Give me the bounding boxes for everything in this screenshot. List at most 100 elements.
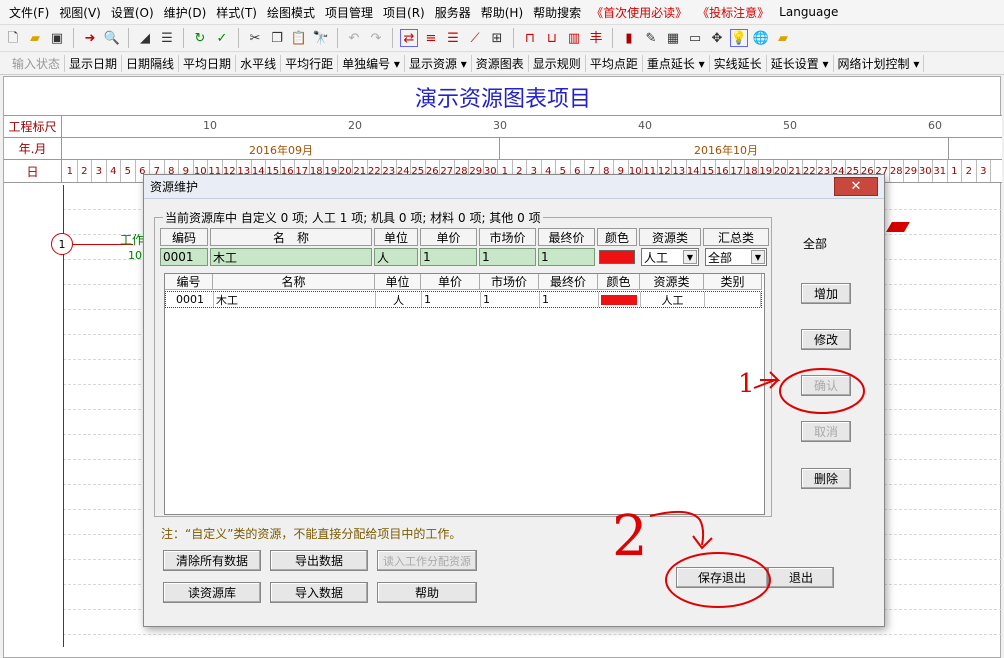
lightbulb-icon[interactable]: 💡 bbox=[730, 29, 748, 47]
day-cell: 29 bbox=[904, 160, 919, 182]
menu-server[interactable]: 服务器 bbox=[430, 4, 476, 21]
summary-type-select[interactable]: 全部 ▼ bbox=[705, 248, 767, 266]
grid-icon[interactable]: ▦ bbox=[664, 29, 682, 47]
help-button[interactable]: 帮助 bbox=[377, 582, 477, 603]
modify-button[interactable]: 修改 bbox=[801, 329, 851, 350]
tb-avg-date[interactable]: 平均日期 bbox=[179, 55, 237, 72]
check-icon[interactable]: ✓ bbox=[213, 29, 231, 47]
menu-first-use[interactable]: 《首次使用必读》 bbox=[586, 4, 692, 21]
market-price-field[interactable]: 1 bbox=[479, 248, 536, 266]
tb-show-rules[interactable]: 显示规则 bbox=[529, 55, 586, 72]
chevron-down-icon[interactable]: ▼ bbox=[751, 250, 765, 264]
chevron-down-icon[interactable]: ▼ bbox=[683, 250, 697, 264]
redo-icon[interactable]: ↷ bbox=[367, 29, 385, 47]
cut-icon[interactable]: ✂ bbox=[246, 29, 264, 47]
clear-all-button[interactable]: 清除所有数据 bbox=[163, 550, 261, 571]
exit-button[interactable]: 退出 bbox=[768, 567, 834, 588]
align-icon[interactable]: ☰ bbox=[158, 29, 176, 47]
import-data-button[interactable]: 导入数据 bbox=[270, 582, 368, 603]
export-icon[interactable]: ➜ bbox=[81, 29, 99, 47]
open-folder-icon[interactable]: ▰ bbox=[26, 29, 44, 47]
tb-show-date[interactable]: 显示日期 bbox=[65, 55, 123, 72]
milestone-marker[interactable] bbox=[886, 222, 910, 232]
level-icon[interactable]: 丰 bbox=[587, 29, 605, 47]
menu-settings[interactable]: 设置(O) bbox=[106, 4, 159, 21]
color-swatch[interactable] bbox=[599, 250, 635, 264]
menu-help[interactable]: 帮助(H) bbox=[476, 4, 528, 21]
day-cell: 4 bbox=[107, 160, 121, 182]
tb-network-control[interactable]: 网络计划控制 ▾ bbox=[834, 55, 925, 72]
tb-date-gridline[interactable]: 日期隔线 bbox=[122, 55, 180, 72]
import-work-resource-button[interactable]: 读入工作分配资源 bbox=[377, 550, 477, 571]
new-file-icon[interactable]: 🗋 bbox=[4, 29, 22, 47]
resource-list[interactable]: 编号 名称 单位 单价 市场价 最终价 颜色 资源类 类别 0001 木工 人 … bbox=[164, 273, 765, 515]
menu-maintain[interactable]: 维护(D) bbox=[159, 4, 212, 21]
paste-icon[interactable]: 📋 bbox=[290, 29, 308, 47]
hdr-type: 资源类 bbox=[639, 228, 701, 246]
resource-type-select[interactable]: 人工 ▼ bbox=[641, 248, 699, 266]
tb-extend-settings[interactable]: 延长设置 ▾ bbox=[767, 55, 834, 72]
menu-language[interactable]: Language bbox=[774, 5, 843, 19]
tb-avg-point-spacing[interactable]: 平均点距 bbox=[586, 55, 643, 72]
name-field[interactable]: 木工 bbox=[210, 248, 372, 266]
tb-solid-extend[interactable]: 实线延长 bbox=[710, 55, 767, 72]
table-row[interactable]: 0001 木工 人 1 1 1 人工 bbox=[165, 291, 762, 308]
tb-input-state[interactable]: 输入状态 bbox=[8, 55, 66, 72]
tb-key-extend[interactable]: 重点延长 ▾ bbox=[643, 55, 710, 72]
undo-icon[interactable]: ↶ bbox=[345, 29, 363, 47]
toolbar-separator bbox=[183, 28, 184, 48]
folder-up-icon[interactable]: ▰ bbox=[774, 29, 792, 47]
move-icon[interactable]: ✥ bbox=[708, 29, 726, 47]
tools-icon[interactable]: ✎ bbox=[642, 29, 660, 47]
timeline-icon[interactable]: ☰ bbox=[444, 29, 462, 47]
tree-icon[interactable]: ⊞ bbox=[488, 29, 506, 47]
monitor-icon[interactable]: ▭ bbox=[686, 29, 704, 47]
menu-view[interactable]: 视图(V) bbox=[54, 4, 106, 21]
price-field[interactable]: 1 bbox=[420, 248, 477, 266]
unit-field[interactable]: 人 bbox=[374, 248, 418, 266]
network-node[interactable]: 1 bbox=[51, 233, 73, 255]
network-view-icon[interactable]: ⇄ bbox=[400, 29, 418, 47]
tb-horizontal-line[interactable]: 水平线 bbox=[236, 55, 282, 72]
trend-icon[interactable]: ⟋ bbox=[466, 29, 484, 47]
find-icon[interactable]: 🔭 bbox=[312, 29, 330, 47]
work-label[interactable]: 工作 bbox=[120, 231, 144, 248]
tb-avg-row-spacing[interactable]: 平均行距 bbox=[281, 55, 339, 72]
code-field[interactable]: 0001 bbox=[160, 248, 208, 266]
tb-show-resource[interactable]: 显示资源 ▾ bbox=[405, 55, 472, 72]
refresh-icon[interactable]: ↻ bbox=[191, 29, 209, 47]
scale-tick: 60 bbox=[928, 119, 942, 132]
menu-project[interactable]: 项目(R) bbox=[378, 4, 430, 21]
tb-single-number[interactable]: 单独编号 ▾ bbox=[338, 55, 405, 72]
final-price-field[interactable]: 1 bbox=[538, 248, 595, 266]
menu-bid-notes[interactable]: 《投标注意》 bbox=[692, 4, 774, 21]
copy-icon[interactable]: ❐ bbox=[268, 29, 286, 47]
line-style-icon[interactable]: ◢ bbox=[136, 29, 154, 47]
chart-icon[interactable]: ▥ bbox=[565, 29, 583, 47]
menu-project-mgmt[interactable]: 项目管理 bbox=[320, 4, 378, 21]
menu-help-search[interactable]: 帮助搜索 bbox=[528, 4, 586, 21]
print-preview-icon[interactable]: 🔍 bbox=[103, 29, 121, 47]
link-icon[interactable]: ⊓ bbox=[521, 29, 539, 47]
menu-style[interactable]: 样式(T) bbox=[211, 4, 262, 21]
menu-draw-mode[interactable]: 绘图模式 bbox=[262, 4, 320, 21]
bar-view-icon[interactable]: ≡ bbox=[422, 29, 440, 47]
confirm-button[interactable]: 确认 bbox=[801, 375, 851, 396]
menu-file[interactable]: 文件(F) bbox=[4, 4, 54, 21]
day-cell: 3 bbox=[92, 160, 107, 182]
close-button[interactable]: ✕ bbox=[834, 177, 878, 196]
cancel-button[interactable]: 取消 bbox=[801, 421, 851, 442]
library-icon[interactable]: ▮ bbox=[620, 29, 638, 47]
add-button[interactable]: 增加 bbox=[801, 283, 851, 304]
read-library-button[interactable]: 读资源库 bbox=[163, 582, 261, 603]
month-row: 年.月 2016年09月 2016年10月 bbox=[4, 137, 1002, 160]
save-exit-button[interactable]: 保存退出 bbox=[676, 567, 768, 588]
delete-button[interactable]: 删除 bbox=[801, 468, 851, 489]
tb-resource-chart[interactable]: 资源图表 bbox=[472, 55, 529, 72]
list-hdr-price: 单价 bbox=[421, 274, 480, 290]
save-icon[interactable]: ▣ bbox=[48, 29, 66, 47]
export-data-button[interactable]: 导出数据 bbox=[270, 550, 368, 571]
scale-row: 工程标尺 10 20 30 40 50 60 bbox=[4, 115, 1002, 137]
globe-icon[interactable]: 🌐 bbox=[752, 29, 770, 47]
unlink-icon[interactable]: ⊔ bbox=[543, 29, 561, 47]
